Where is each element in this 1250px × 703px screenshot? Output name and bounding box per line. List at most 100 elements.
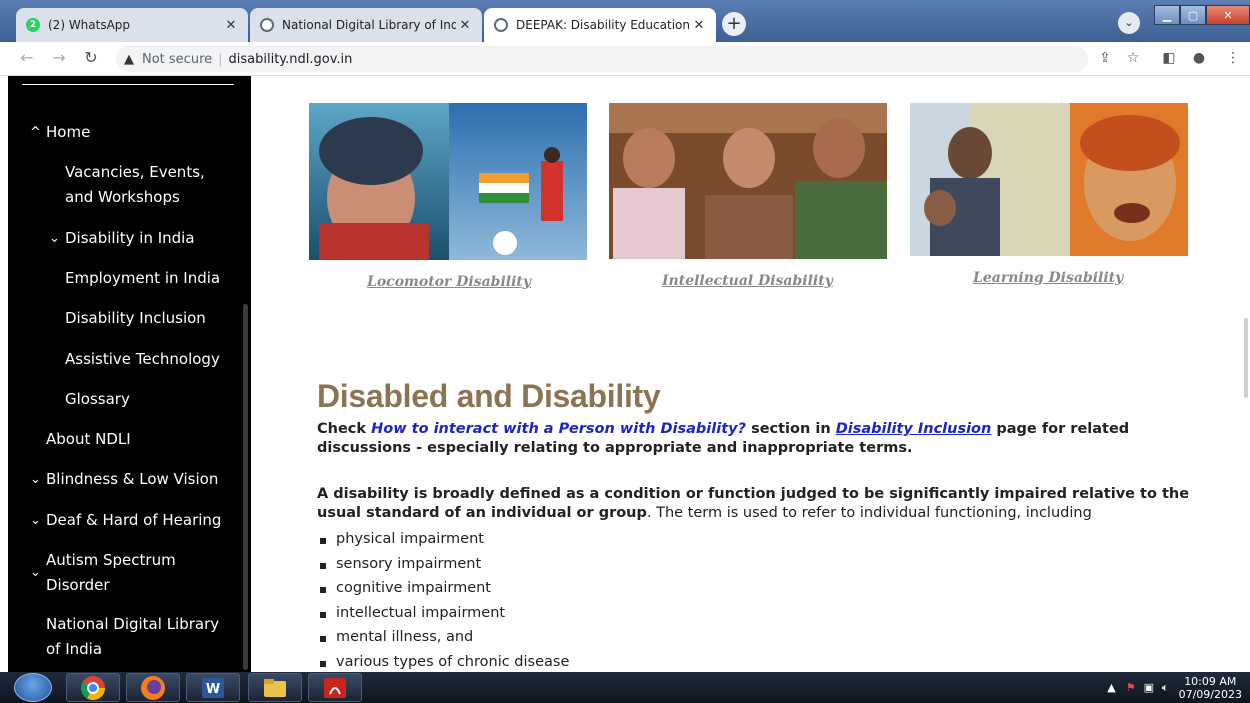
tab-ndli[interactable]: National Digital Library of India ✕ [250,8,482,42]
definition-paragraph: A disability is broadly defined as a con… [317,485,1189,523]
new-tab-button[interactable]: + [722,12,746,36]
firefox-taskbar-button[interactable] [126,673,180,702]
sidebar-item-home[interactable]: ^ Home [30,120,91,145]
sidebar-item-label: Employment in India [65,269,221,287]
browser-toolbar: ← → ↻ ▲ Not secure | disability.ndl.gov.… [0,42,1250,76]
list-item: cognitive impairment [317,576,569,601]
back-button[interactable]: ← [16,47,38,69]
list-item: sensory impairment [317,552,569,577]
globe-icon [494,18,508,32]
sidebar-item-label: Disability in India [65,229,195,247]
sidebar-item-label: Blindness & Low Vision [46,470,219,488]
close-icon[interactable]: ✕ [222,18,240,33]
sidebar-item-label: Assistive Technology [65,350,220,368]
svg-text:W: W [206,682,220,697]
windows-taskbar: W ▲ ⚑ ▣ 🔈︎ 10:09 AM 07/09/2023 [0,672,1250,703]
sidebar-item-assistive[interactable]: Assistive Technology [65,347,220,372]
disability-inclusion-link[interactable]: Disability Inclusion [836,421,992,437]
sidebar-item-label: Home [46,123,91,141]
sidebar-item-label: of India [46,640,103,658]
check-paragraph: Check How to interact with a Person with… [317,420,1129,458]
pdf-icon [324,677,346,698]
sidebar-item-label: Autism Spectrum [46,551,176,569]
sidebar-item-label: Glossary [65,390,130,408]
check-line2: discussions - especially relating to app… [317,440,913,456]
sidebar-item-label: Deaf & Hard of Hearing [46,511,222,529]
sidebar-item-vacancies[interactable]: Vacancies, Events, and Workshops [65,160,205,210]
learning-photo [910,103,1188,256]
share-icon[interactable]: ⇪ [1094,47,1116,69]
locomotor-disability-image[interactable] [309,103,587,260]
reload-button[interactable]: ↻ [80,47,102,69]
acrobat-taskbar-button[interactable] [308,673,362,702]
volume-icon[interactable]: 🔈︎ [1162,681,1169,695]
show-hidden-icons[interactable]: ▲ [1107,681,1115,694]
locomotor-disability-link[interactable]: Locomotor Disability [367,274,531,290]
warning-icon[interactable]: ▲ [124,52,134,67]
taskbar-clock[interactable]: 10:09 AM 07/09/2023 [1179,675,1242,701]
sidebar-item-ndl[interactable]: National Digital Library of India [46,612,219,662]
chevron-down-icon[interactable]: ⌄ [30,560,41,585]
chrome-icon [80,675,105,700]
action-center-flag-icon[interactable]: ⚑ [1126,681,1136,694]
main-content: Locomotor Disability Intellectual Disabi… [251,76,1250,672]
menu-dots-icon[interactable]: ⋮ [1222,47,1244,69]
forward-button[interactable]: → [48,47,70,69]
sidebar-item-disability-india[interactable]: ⌄ Disability in India [49,226,195,251]
maximize-button[interactable]: ▢ [1180,5,1206,25]
tab-title: DEEPAK: Disability Education & E [516,18,690,32]
sidebar-item-glossary[interactable]: Glossary [65,387,130,412]
definition-bold: usual standard of an individual or group [317,505,647,521]
bookmark-star-icon[interactable]: ☆ [1122,47,1144,69]
sidebar-item-blindness[interactable]: ⌄ Blindness & Low Vision [30,467,219,492]
minimize-button[interactable]: ▁ [1154,5,1180,25]
clock-date: 07/09/2023 [1178,687,1242,701]
chrome-taskbar-button[interactable] [66,673,120,702]
tab-whatsapp[interactable]: 2 (2) WhatsApp ✕ [16,8,248,42]
tab-deepak[interactable]: DEEPAK: Disability Education & E ✕ [484,8,716,42]
sidebar-item-label: and Workshops [65,188,180,206]
chevron-down-icon[interactable]: ⌄ [49,226,60,251]
close-icon[interactable]: ✕ [456,18,474,33]
intellectual-disability-link[interactable]: Intellectual Disability [662,273,833,289]
address-bar[interactable]: ▲ Not secure | disability.ndl.gov.in [116,46,1088,72]
list-item: various types of chronic disease [317,650,569,673]
sidebar-item-inclusion[interactable]: Disability Inclusion [65,306,206,331]
list-item: physical impairment [317,527,569,552]
word-icon: W [202,677,224,698]
explorer-taskbar-button[interactable] [248,673,302,702]
tab-title: (2) WhatsApp [48,18,131,32]
close-icon[interactable]: ✕ [690,18,708,33]
word-taskbar-button[interactable]: W [186,673,240,702]
intellectual-disability-image[interactable] [609,103,887,259]
chevron-down-icon[interactable]: ⌄ [30,508,41,533]
learning-disability-image[interactable] [910,103,1188,256]
page-scrollbar[interactable] [1244,318,1248,398]
sidebar-item-about[interactable]: About NDLI [46,427,131,452]
folder-icon [264,678,286,697]
sidebar-item-label: Disability Inclusion [65,309,206,327]
sidebar-item-employment[interactable]: Employment in India [65,266,220,291]
tab-search-button[interactable]: ⌄ [1118,12,1140,34]
check-mid: section in [746,421,836,437]
sidebar-item-deaf[interactable]: ⌄ Deaf & Hard of Hearing [30,508,222,533]
network-icon[interactable]: ▣ [1144,681,1154,694]
side-panel-icon[interactable]: ◧ [1158,47,1180,69]
interact-link[interactable]: How to interact with a Person with Disab… [371,421,746,437]
sidebar-item-label: About NDLI [46,430,131,448]
sidebar-item-autism[interactable]: ⌄ Autism Spectrum Disorder [30,548,176,598]
security-label: Not secure [142,51,213,67]
chevron-up-icon[interactable]: ^ [30,120,41,145]
definition-rest: . The term is used to refer to individua… [646,505,1092,521]
definition-bold: A disability is broadly defined as a con… [317,486,1190,502]
whatsapp-icon: 2 [26,18,40,32]
close-window-button[interactable]: ✕ [1206,5,1250,25]
learning-disability-link[interactable]: Learning Disability [973,270,1123,286]
profile-avatar-icon[interactable]: ● [1188,47,1210,69]
system-tray: ▲ ⚑ ▣ 🔈︎ 10:09 AM 07/09/2023 [1107,672,1250,703]
list-item: mental illness, and [317,625,569,650]
sidebar-scrollbar[interactable] [243,304,248,670]
sidebar-nav: ^ Home Vacancies, Events, and Workshops … [8,76,251,672]
start-button[interactable] [14,673,52,702]
chevron-down-icon[interactable]: ⌄ [30,467,41,492]
